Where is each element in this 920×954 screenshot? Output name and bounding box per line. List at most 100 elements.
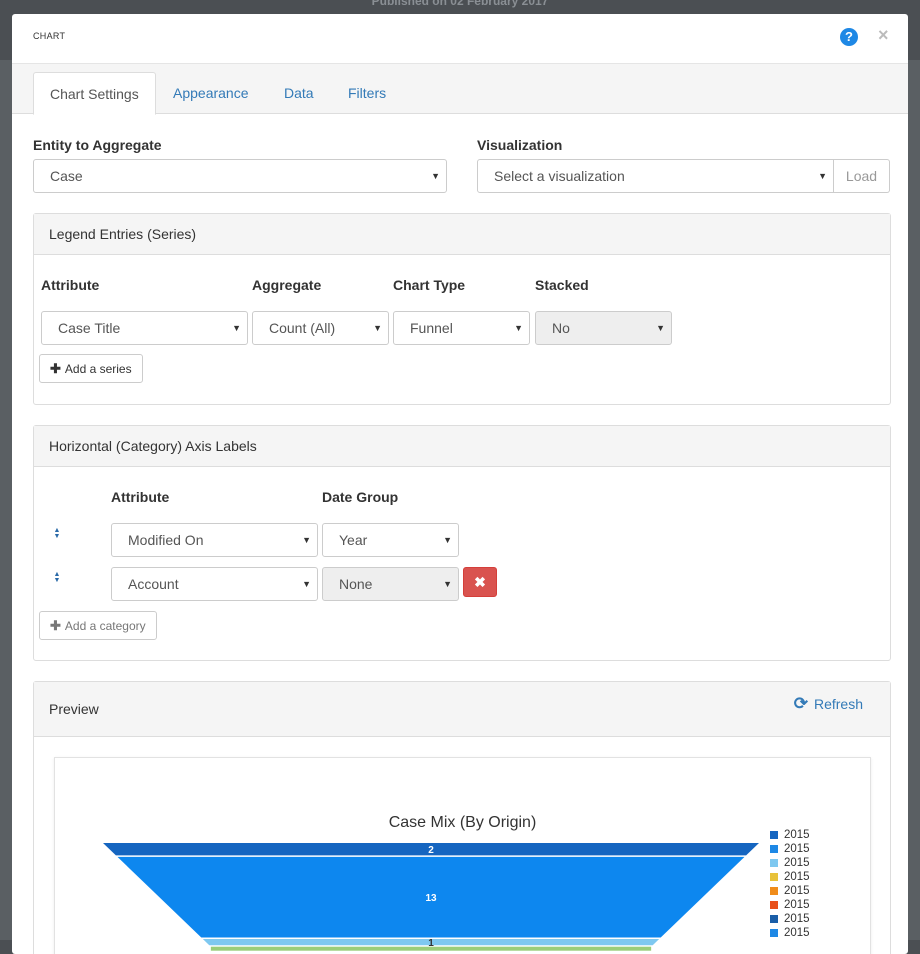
legend-label: 2015 bbox=[784, 899, 810, 911]
legend-item[interactable]: 2015 bbox=[770, 828, 810, 842]
plus-icon: ✚ bbox=[50, 361, 61, 376]
legend-swatch bbox=[770, 845, 778, 853]
chart-preview: Case Mix (By Origin) 2 13 1 2015 2015 2015 20… bbox=[54, 757, 871, 954]
series-aggregate-header: Aggregate bbox=[252, 277, 322, 293]
sort-handle-icon[interactable]: ▲ ▼ bbox=[52, 527, 62, 540]
add-category-label: Add a category bbox=[64, 619, 146, 633]
category-date-group-value-1: Year bbox=[339, 532, 368, 548]
entity-label: Entity to Aggregate bbox=[33, 137, 162, 153]
series-attribute-header: Attribute bbox=[41, 277, 100, 293]
add-series-label: Add a series bbox=[64, 362, 132, 376]
series-stacked-header: Stacked bbox=[535, 277, 589, 293]
series-attribute-select[interactable]: Case Title ▼ bbox=[41, 311, 248, 345]
series-chart-type-header: Chart Type bbox=[393, 277, 466, 293]
funnel-segment-label: 2 bbox=[428, 845, 434, 856]
add-series-button[interactable]: ✚ Add a series bbox=[39, 354, 143, 383]
funnel-segment-edge bbox=[210, 946, 652, 951]
legend-label: 2015 bbox=[784, 843, 810, 855]
visualization-label: Visualization bbox=[477, 137, 563, 153]
tab-data[interactable]: Data bbox=[268, 72, 330, 114]
help-icon[interactable]: ? bbox=[840, 28, 858, 46]
tab-chart-settings[interactable]: Chart Settings bbox=[33, 72, 156, 115]
legend-swatch bbox=[770, 901, 778, 909]
remove-icon: ✖ bbox=[474, 574, 486, 590]
preview-heading: Preview bbox=[34, 682, 890, 737]
close-icon[interactable]: × bbox=[878, 25, 889, 46]
series-stacked-select[interactable]: No ▼ bbox=[535, 311, 672, 345]
category-date-group-select-2[interactable]: None ▼ bbox=[322, 567, 459, 601]
legend-label: 2015 bbox=[784, 885, 810, 897]
chart-modal: CHART ? × Chart Settings Appearance Data… bbox=[12, 14, 908, 954]
category-attribute-value-2: Account bbox=[128, 576, 179, 592]
backdrop-caption: Published on 02 February 2017 bbox=[371, 0, 549, 8]
series-chart-type-select[interactable]: Funnel ▼ bbox=[393, 311, 530, 345]
modal-title: CHART bbox=[33, 31, 66, 41]
category-date-group-value-2: None bbox=[339, 576, 373, 592]
tab-filters[interactable]: Filters bbox=[332, 72, 402, 114]
legend-item[interactable]: 2015 bbox=[770, 870, 810, 884]
modal-header: CHART ? × bbox=[12, 14, 908, 64]
chevron-down-icon: ▼ bbox=[514, 323, 523, 333]
legend-swatch bbox=[770, 859, 778, 867]
remove-category-button[interactable]: ✖ bbox=[463, 567, 497, 597]
chevron-down-icon: ▼ bbox=[443, 535, 452, 545]
series-stacked-value: No bbox=[552, 320, 570, 336]
chevron-down-icon: ▼ bbox=[302, 579, 311, 589]
backdrop-right bbox=[908, 60, 920, 940]
chevron-down-icon: ▼ bbox=[302, 535, 311, 545]
chevron-down-icon: ▼ bbox=[232, 323, 241, 333]
funnel-segment-label: 13 bbox=[425, 893, 437, 904]
legend-entries-heading: Legend Entries (Series) bbox=[34, 214, 890, 255]
legend-swatch bbox=[770, 887, 778, 895]
plus-icon: ✚ bbox=[50, 618, 61, 633]
axis-labels-heading: Horizontal (Category) Axis Labels bbox=[34, 426, 890, 467]
legend-entries-panel: Legend Entries (Series) Attribute Aggreg… bbox=[33, 213, 891, 405]
legend-label: 2015 bbox=[784, 829, 810, 841]
legend-swatch bbox=[770, 873, 778, 881]
add-category-button[interactable]: ✚ Add a category bbox=[39, 611, 157, 640]
legend-item[interactable]: 2015 bbox=[770, 856, 810, 870]
load-button[interactable]: Load bbox=[834, 159, 890, 193]
chart-legend: 2015 2015 2015 2015 2015 2015 2015 2015 bbox=[770, 828, 810, 940]
legend-item[interactable]: 2015 bbox=[770, 842, 810, 856]
tab-appearance[interactable]: Appearance bbox=[157, 72, 265, 114]
category-attribute-select-1[interactable]: Modified On ▼ bbox=[111, 523, 318, 557]
legend-label: 2015 bbox=[784, 927, 810, 939]
series-chart-type-value: Funnel bbox=[410, 320, 453, 336]
legend-item[interactable]: 2015 bbox=[770, 926, 810, 940]
sort-handle-icon[interactable]: ▲ ▼ bbox=[52, 571, 62, 584]
legend-item[interactable]: 2015 bbox=[770, 912, 810, 926]
axis-labels-panel: Horizontal (Category) Axis Labels Attrib… bbox=[33, 425, 891, 661]
preview-panel: Preview ⟳ Refresh Case Mix (By Origin) 21… bbox=[33, 681, 891, 954]
chevron-down-icon: ▼ bbox=[443, 579, 452, 589]
entity-select-value: Case bbox=[50, 168, 83, 184]
legend-label: 2015 bbox=[784, 913, 810, 925]
legend-item[interactable]: 2015 bbox=[770, 884, 810, 898]
entity-select[interactable]: Case ▼ bbox=[33, 159, 447, 193]
series-attribute-value: Case Title bbox=[58, 320, 121, 336]
category-attribute-value-1: Modified On bbox=[128, 532, 204, 548]
category-attribute-select-2[interactable]: Account ▼ bbox=[111, 567, 318, 601]
legend-swatch bbox=[770, 929, 778, 937]
visualization-select-value: Select a visualization bbox=[494, 168, 625, 184]
funnel-chart: 2131 bbox=[103, 843, 759, 951]
chevron-down-icon: ▼ bbox=[656, 323, 665, 333]
category-date-group-select-1[interactable]: Year ▼ bbox=[322, 523, 459, 557]
legend-label: 2015 bbox=[784, 857, 810, 869]
refresh-icon: ⟳ bbox=[793, 694, 808, 713]
legend-item[interactable]: 2015 bbox=[770, 898, 810, 912]
category-date-group-header: Date Group bbox=[322, 489, 399, 505]
series-aggregate-value: Count (All) bbox=[269, 320, 336, 336]
category-attribute-header: Attribute bbox=[111, 489, 170, 505]
series-aggregate-select[interactable]: Count (All) ▼ bbox=[252, 311, 389, 345]
refresh-button[interactable]: ⟳ Refresh bbox=[794, 694, 863, 714]
refresh-label: Refresh bbox=[813, 696, 863, 712]
backdrop-left bbox=[0, 60, 12, 940]
legend-swatch bbox=[770, 831, 778, 839]
visualization-select[interactable]: Select a visualization ▼ bbox=[477, 159, 834, 193]
chevron-down-icon: ▼ bbox=[373, 323, 382, 333]
tab-bar: Chart Settings Appearance Data Filters bbox=[12, 64, 908, 115]
chevron-down-icon: ▼ bbox=[818, 171, 827, 181]
chevron-down-icon: ▼ bbox=[431, 171, 440, 181]
legend-label: 2015 bbox=[784, 871, 810, 883]
